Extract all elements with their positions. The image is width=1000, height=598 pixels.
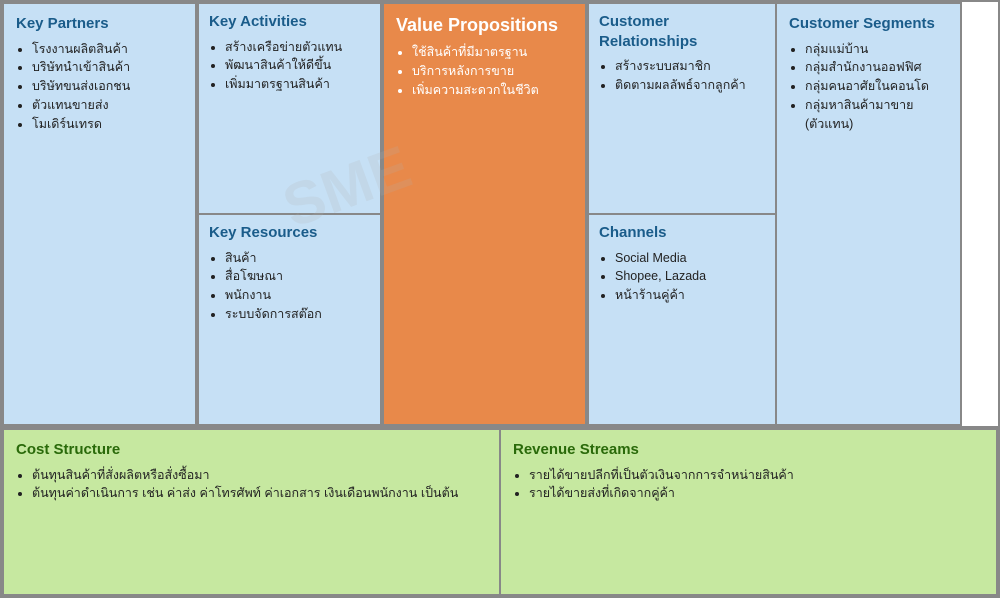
cr-channels-column: Customer Relationships สร้างระบบสมาชิก ต… <box>587 2 777 426</box>
list-item: Shopee, Lazada <box>615 267 765 286</box>
list-item: บริการหลังการขาย <box>412 62 573 81</box>
value-propositions-list: ใช้สินค้าที่มีมาตรฐาน บริการหลังการขาย เ… <box>396 43 573 99</box>
list-item: บริษัทขนส่งเอกชน <box>32 77 183 96</box>
list-item: รายได้ขายปลีกที่เป็นตัวเงินจากการจำหน่าย… <box>529 466 984 485</box>
top-section: Key Partners โรงงานผลิตสินค้า บริษัทนำเข… <box>2 2 998 428</box>
customer-relationships-list: สร้างระบบสมาชิก ติดตามผลลัพธ์จากลูกค้า <box>599 57 765 95</box>
customer-relationships-cell: Customer Relationships สร้างระบบสมาชิก ต… <box>587 2 777 215</box>
key-activities-title: Key Activities <box>209 12 370 32</box>
list-item: สร้างระบบสมาชิก <box>615 57 765 76</box>
list-item: ตัวแทนขายส่ง <box>32 96 183 115</box>
list-item: เพิ่มมาตรฐานสินค้า <box>225 75 370 94</box>
list-item: เพิ่มความสะดวกในชีวิต <box>412 81 573 100</box>
list-item: สื่อโฆษณา <box>225 267 370 286</box>
list-item: พนักงาน <box>225 286 370 305</box>
channels-list: Social Media Shopee, Lazada หน้าร้านคู่ค… <box>599 249 765 305</box>
bottom-section: Cost Structure ต้นทุนสินค้าที่สั่งผลิตหร… <box>2 428 998 596</box>
list-item: บริษัทนำเข้าสินค้า <box>32 58 183 77</box>
value-propositions-title: Value Propositions <box>396 14 573 37</box>
list-item: สร้างเครือข่ายตัวแทน <box>225 38 370 57</box>
cost-structure-title: Cost Structure <box>16 440 487 460</box>
list-item: ติดตามผลลัพธ์จากลูกค้า <box>615 76 765 95</box>
key-resources-title: Key Resources <box>209 223 370 243</box>
key-resources-list: สินค้า สื่อโฆษณา พนักงาน ระบบจัดการสต๊อก <box>209 249 370 324</box>
list-item: ระบบจัดการสต๊อก <box>225 305 370 324</box>
list-item: กลุ่มสำนักงานออฟฟิศ <box>805 58 948 77</box>
key-activities-list: สร้างเครือข่ายตัวแทน พัฒนาสินค้าให้ดีขึ้… <box>209 38 370 94</box>
list-item: หน้าร้านคู่ค้า <box>615 286 765 305</box>
value-propositions-cell: Value Propositions ใช้สินค้าที่มีมาตรฐาน… <box>382 2 587 426</box>
key-activities-resources-column: Key Activities สร้างเครือข่ายตัวแทน พัฒน… <box>197 2 382 426</box>
customer-relationships-title: Customer Relationships <box>599 12 765 51</box>
key-resources-cell: Key Resources สินค้า สื่อโฆษณา พนักงาน ร… <box>197 215 382 426</box>
key-partners-list: โรงงานผลิตสินค้า บริษัทนำเข้าสินค้า บริษ… <box>16 40 183 134</box>
revenue-streams-title: Revenue Streams <box>513 440 984 460</box>
channels-title: Channels <box>599 223 765 243</box>
key-partners-title: Key Partners <box>16 14 183 34</box>
list-item: กลุ่มแม่บ้าน <box>805 40 948 59</box>
list-item: โรงงานผลิตสินค้า <box>32 40 183 59</box>
customer-segments-list: กลุ่มแม่บ้าน กลุ่มสำนักงานออฟฟิศ กลุ่มคน… <box>789 40 948 134</box>
cost-structure-cell: Cost Structure ต้นทุนสินค้าที่สั่งผลิตหร… <box>2 428 501 596</box>
list-item: สินค้า <box>225 249 370 268</box>
list-item: Social Media <box>615 249 765 268</box>
customer-segments-title: Customer Segments <box>789 14 948 34</box>
list-item: โมเดิร์นเทรด <box>32 115 183 134</box>
list-item: ต้นทุนค่าดำเนินการ เช่น ค่าส่ง ค่าโทรศัพ… <box>32 484 487 503</box>
key-partners-cell: Key Partners โรงงานผลิตสินค้า บริษัทนำเข… <box>2 2 197 426</box>
list-item: รายได้ขายส่งที่เกิดจากคู่ค้า <box>529 484 984 503</box>
revenue-streams-cell: Revenue Streams รายได้ขายปลีกที่เป็นตัวเ… <box>501 428 998 596</box>
list-item: กลุ่มคนอาศัยในคอนโด <box>805 77 948 96</box>
list-item: ใช้สินค้าที่มีมาตรฐาน <box>412 43 573 62</box>
business-model-canvas: SME Key Partners โรงงานผลิตสินค้า บริษัท… <box>0 0 1000 598</box>
cost-structure-list: ต้นทุนสินค้าที่สั่งผลิตหรือสั่งซื้อมา ต้… <box>16 466 487 504</box>
customer-segments-cell: Customer Segments กลุ่มแม่บ้าน กลุ่มสำนั… <box>777 2 962 426</box>
channels-cell: Channels Social Media Shopee, Lazada หน้… <box>587 215 777 426</box>
revenue-streams-list: รายได้ขายปลีกที่เป็นตัวเงินจากการจำหน่าย… <box>513 466 984 504</box>
key-activities-cell: Key Activities สร้างเครือข่ายตัวแทน พัฒน… <box>197 2 382 215</box>
list-item: กลุ่มหาสินค้ามาขาย (ตัวแทน) <box>805 96 948 134</box>
list-item: ต้นทุนสินค้าที่สั่งผลิตหรือสั่งซื้อมา <box>32 466 487 485</box>
list-item: พัฒนาสินค้าให้ดีขึ้น <box>225 56 370 75</box>
